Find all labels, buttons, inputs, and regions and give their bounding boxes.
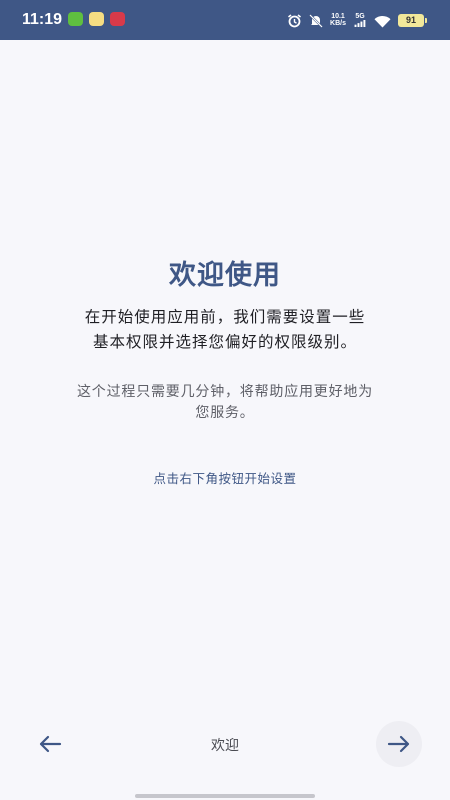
wechat-app-icon <box>68 12 83 26</box>
red-app-icon <box>110 12 125 26</box>
intro-text-line-2: 基本权限并选择您偏好的权限级别。 <box>92 333 357 351</box>
alarm-icon <box>287 13 302 28</box>
home-indicator[interactable] <box>135 794 315 798</box>
welcome-title: 欢迎使用 <box>169 260 281 291</box>
network-gen: 5G <box>355 13 365 20</box>
status-time: 11:19 <box>22 11 63 28</box>
sub-text-line-2: 您服务。 <box>195 405 255 421</box>
battery-icon: 91 <box>398 13 427 27</box>
mute-icon <box>309 13 323 28</box>
sub-text-line-1: 这个过程只需要几分钟，将帮助应用更好地为 <box>77 384 373 400</box>
start-hint: 点击右下角按钮开始设置 <box>153 471 297 486</box>
next-button[interactable] <box>376 721 422 767</box>
status-bar: 11:19 10.1 KB/s 5G 91 <box>0 0 450 40</box>
intro-text-line-1: 在开始使用应用前，我们需要设置一些 <box>84 308 366 326</box>
arrow-right-icon <box>387 735 410 753</box>
wifi-icon <box>374 13 391 28</box>
net-speed: 10.1 KB/s <box>330 13 346 27</box>
net-speed-unit: KB/s <box>330 20 346 27</box>
battery-level: 91 <box>405 15 416 25</box>
yellow-app-icon <box>89 12 104 26</box>
signal-icon: 5G <box>353 13 367 27</box>
net-speed-value: 10.1 <box>331 13 345 20</box>
status-indicators: 10.1 KB/s 5G 91 <box>287 10 427 30</box>
